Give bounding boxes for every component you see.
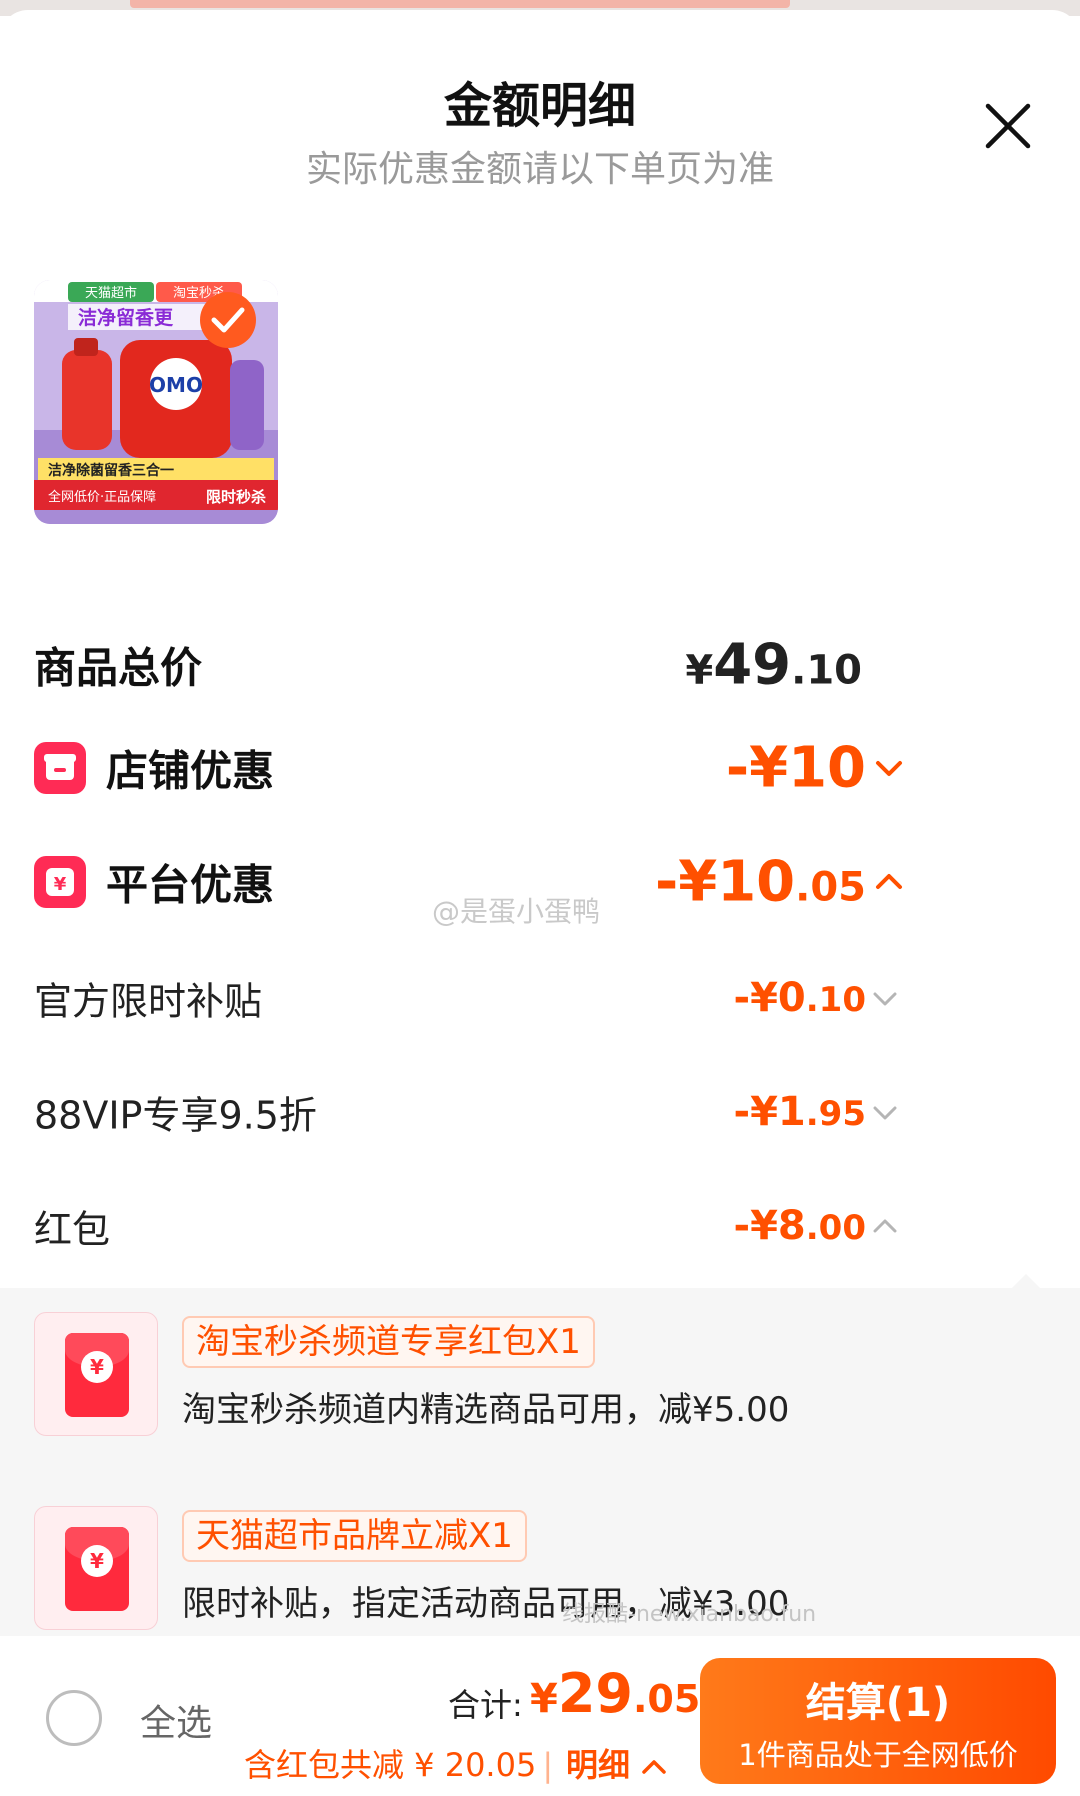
product-banner: 洁净除菌留香三合一 [48,462,174,479]
site-watermark: 线报酷-new.xianbao.fun [562,1602,817,1627]
platform-coupon-icon: ¥ [34,856,86,908]
chevron-down-icon[interactable] [872,751,906,785]
row-total-price: 商品总价 ¥49.10 [34,625,1046,705]
checkout-label: 结算(1) [805,1680,951,1726]
platform-discount-value: -¥10.05 [655,849,866,915]
shop-icon [34,742,86,794]
vip-discount-label: 88VIP专享9.5折 [34,1093,317,1138]
row-red-packet[interactable]: 红包 -¥8.00 [34,1186,1046,1266]
product-thumbnail[interactable]: 天猫超市 淘宝秒杀 洁净留香更 OMO 洁净除菌留香三合一 全网低价·正品保障 … [34,280,278,524]
vip-discount-value: -¥1.95 [733,1089,867,1135]
product-footer-left: 全网低价·正品保障 [48,489,156,505]
chevron-up-icon [642,1760,666,1774]
red-packet-desc: 淘宝秒杀频道内精选商品可用，减¥5.00 [182,1390,790,1430]
sheet-title: 金额明细 [443,78,636,134]
red-packet-tag: 淘宝秒杀频道专享红包X1 [182,1316,595,1368]
checkout-sublabel: 1件商品处于全网低价 [738,1738,1018,1772]
select-all-radio[interactable] [46,1690,102,1746]
svg-text:¥: ¥ [54,874,67,895]
product-footer-right: 限时秒杀 [206,488,266,506]
shop-discount-value: -¥10 [725,735,866,801]
red-packet-item: ¥ 天猫超市品牌立减X1 限时补贴，指定活动商品可用，减¥3.00 [34,1506,1014,1636]
red-envelope-icon: ¥ [34,1312,158,1436]
detail-toggle[interactable]: 明细 [566,1740,667,1786]
red-packet-item: ¥ 淘宝秒杀频道专享红包X1 淘宝秒杀频道内精选商品可用，减¥5.00 [34,1312,1014,1442]
shop-discount-label: 店铺优惠 [106,746,275,796]
total-label: 合计: [448,1686,523,1724]
row-official-subsidy[interactable]: 官方限时补贴 -¥0.10 [34,958,1046,1038]
total-price-value: ¥49.10 [685,632,862,698]
red-packet-tag: 天猫超市品牌立减X1 [182,1510,527,1562]
sheet-subtitle: 实际优惠金额请以下单页为准 [305,149,774,190]
official-subsidy-label: 官方限时补贴 [34,979,263,1024]
product-brand: OMO [149,373,203,397]
red-packet-list: ¥ 淘宝秒杀频道专享红包X1 淘宝秒杀频道内精选商品可用，减¥5.00 ¥ 天猫… [0,1274,1080,1636]
official-subsidy-value: -¥0.10 [733,975,867,1021]
chevron-up-icon[interactable] [870,1211,900,1241]
total-price-label: 商品总价 [34,643,203,693]
product-badge-tmall: 天猫超市 [85,285,137,301]
select-all-label[interactable]: 全选 [140,1694,212,1746]
chevron-down-icon[interactable] [870,1097,900,1127]
chevron-down-icon[interactable] [870,983,900,1013]
product-headline: 洁净留香更 [78,306,174,329]
checkout-button[interactable]: 结算(1) 1件商品处于全网低价 [700,1658,1056,1784]
row-vip-discount[interactable]: 88VIP专享9.5折 -¥1.95 [34,1072,1046,1152]
weibo-watermark: @是蛋小蛋鸭 [432,895,601,928]
chevron-up-icon[interactable] [872,865,906,899]
row-shop-discount[interactable]: 店铺优惠 -¥10 [34,728,1046,808]
red-packet-value: -¥8.00 [733,1203,867,1249]
platform-discount-label: 平台优惠 [106,860,275,910]
red-packet-label: 红包 [34,1207,111,1252]
checkout-bar: 全选 合计: ¥29.05 含红包共减 ¥ 20.05 | 明细 结算(1) 1件… [0,1636,1080,1796]
background-banner [130,0,790,8]
expand-pointer [1012,1274,1040,1288]
saved-amount: 含红包共减 ¥ 20.05 | [244,1746,554,1784]
total-amount: ¥29.05 [530,1662,701,1725]
red-envelope-icon: ¥ [34,1506,158,1630]
selected-check-icon [200,292,256,348]
close-icon[interactable] [980,98,1036,154]
